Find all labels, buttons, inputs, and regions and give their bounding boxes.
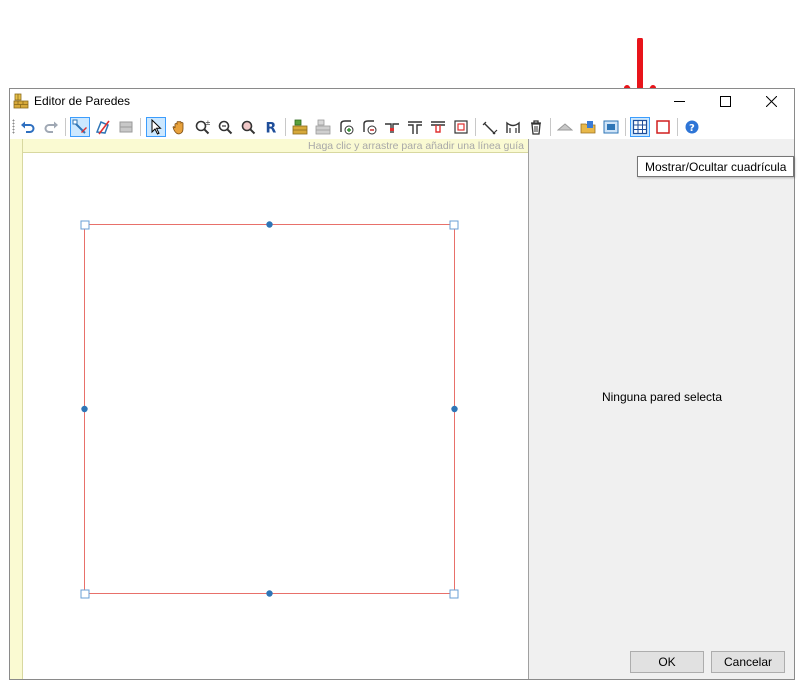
midpoint-handle[interactable] <box>451 405 458 413</box>
cancel-button[interactable]: Cancelar <box>711 651 785 673</box>
brick-wall-disabled-icon <box>315 119 331 135</box>
arc-wall-button[interactable] <box>503 117 523 137</box>
t-junction-icon <box>408 121 422 134</box>
open-button[interactable] <box>578 117 598 137</box>
import-image-button[interactable] <box>601 117 621 137</box>
corner-handle[interactable] <box>449 220 459 230</box>
arc-wall-icon <box>506 121 520 133</box>
corner-handle[interactable] <box>449 589 459 599</box>
add-node-icon <box>340 120 354 135</box>
roof-disabled-icon <box>557 123 573 131</box>
select-tool-button[interactable] <box>146 117 166 137</box>
minimize-icon <box>673 100 685 102</box>
split-wall-button[interactable] <box>382 117 402 137</box>
corner-handle[interactable] <box>80 589 90 599</box>
zoom-window-icon <box>218 120 233 135</box>
window-title: Editor de Paredes <box>34 94 131 108</box>
zoom-in-button[interactable]: ± <box>192 117 212 137</box>
remove-node-icon <box>363 120 377 135</box>
close-icon <box>765 95 777 107</box>
toolbar-grip[interactable] <box>12 119 15 134</box>
midpoint-handle[interactable] <box>81 405 88 413</box>
zoom-fit-icon <box>241 120 256 135</box>
toolbar: ± R ? <box>10 113 794 139</box>
toggle-boundary-button[interactable] <box>653 117 673 137</box>
minimize-button[interactable] <box>656 89 702 113</box>
help-icon: ? <box>685 120 699 134</box>
t-junction-inverted-button[interactable] <box>428 117 448 137</box>
toolbar-separator <box>550 118 551 136</box>
draw-wall-button[interactable] <box>70 117 90 137</box>
delete-button[interactable] <box>526 117 546 137</box>
svg-text:?: ? <box>689 123 695 134</box>
maximize-icon <box>719 95 731 107</box>
wall-properties-button[interactable] <box>116 117 136 137</box>
grid-tooltip: Mostrar/Ocultar cuadrícula <box>637 156 794 177</box>
title-bar[interactable]: Editor de Paredes <box>10 89 794 113</box>
undo-icon <box>21 121 35 133</box>
corner-handle[interactable] <box>80 220 90 230</box>
select-pointer-icon <box>151 119 162 135</box>
split-wall-icon <box>385 123 399 133</box>
wall-disabled-icon <box>119 121 133 133</box>
wall-polygon-icon <box>95 120 110 135</box>
close-button[interactable] <box>748 89 794 113</box>
delete-icon <box>531 120 541 135</box>
wall-drawing <box>80 220 459 599</box>
toolbar-separator <box>65 118 66 136</box>
redo-icon <box>44 121 58 133</box>
draw-polygon-wall-button[interactable] <box>93 117 113 137</box>
wall-editor-app-icon <box>13 93 29 109</box>
properties-panel: Ninguna pared selecta OK Cancelar <box>530 139 794 679</box>
wall-offset-button[interactable] <box>451 117 471 137</box>
svg-text:±: ± <box>205 119 210 127</box>
reset-R-icon: R <box>266 121 277 136</box>
help-button[interactable]: ? <box>682 117 702 137</box>
toolbar-separator <box>475 118 476 136</box>
selection-status: Ninguna pared selecta <box>601 390 723 404</box>
redo-button[interactable] <box>41 117 61 137</box>
remove-wall-button[interactable] <box>313 117 333 137</box>
wall-rectangle[interactable] <box>84 224 455 594</box>
maximize-button[interactable] <box>702 89 748 113</box>
zoom-in-icon: ± <box>195 119 210 135</box>
toolbar-separator <box>677 118 678 136</box>
t-junction-button[interactable] <box>405 117 425 137</box>
add-wall-button[interactable] <box>290 117 310 137</box>
toggle-grid-button[interactable] <box>630 117 650 137</box>
midpoint-handle[interactable] <box>266 590 273 597</box>
add-node-button[interactable] <box>336 117 356 137</box>
import-image-icon <box>603 120 619 134</box>
drawing-canvas[interactable]: Haga clic y arrastre para añadir una lín… <box>10 139 529 679</box>
open-folder-icon <box>580 121 596 134</box>
roof-button[interactable] <box>555 117 575 137</box>
wall-draw-icon <box>72 119 87 134</box>
reset-view-button[interactable]: R <box>261 117 281 137</box>
toolbar-separator <box>625 118 626 136</box>
ok-button[interactable]: OK <box>630 651 704 673</box>
pan-tool-button[interactable] <box>169 117 189 137</box>
wall-offset-icon <box>454 120 468 134</box>
zoom-window-button[interactable] <box>215 117 235 137</box>
pan-hand-icon <box>172 121 184 135</box>
remove-node-button[interactable] <box>359 117 379 137</box>
undo-button[interactable] <box>18 117 38 137</box>
toolbar-separator <box>140 118 141 136</box>
midpoint-handle[interactable] <box>266 221 273 228</box>
square-outline-icon <box>656 120 670 134</box>
toolbar-separator <box>285 118 286 136</box>
grid-toggle-icon <box>632 119 648 135</box>
brick-wall-icon <box>292 119 308 135</box>
measure-button[interactable] <box>480 117 500 137</box>
svg-text:R: R <box>266 121 277 136</box>
measure-icon <box>482 121 498 135</box>
zoom-fit-button[interactable] <box>238 117 258 137</box>
t-junction-inverted-icon <box>431 121 445 133</box>
